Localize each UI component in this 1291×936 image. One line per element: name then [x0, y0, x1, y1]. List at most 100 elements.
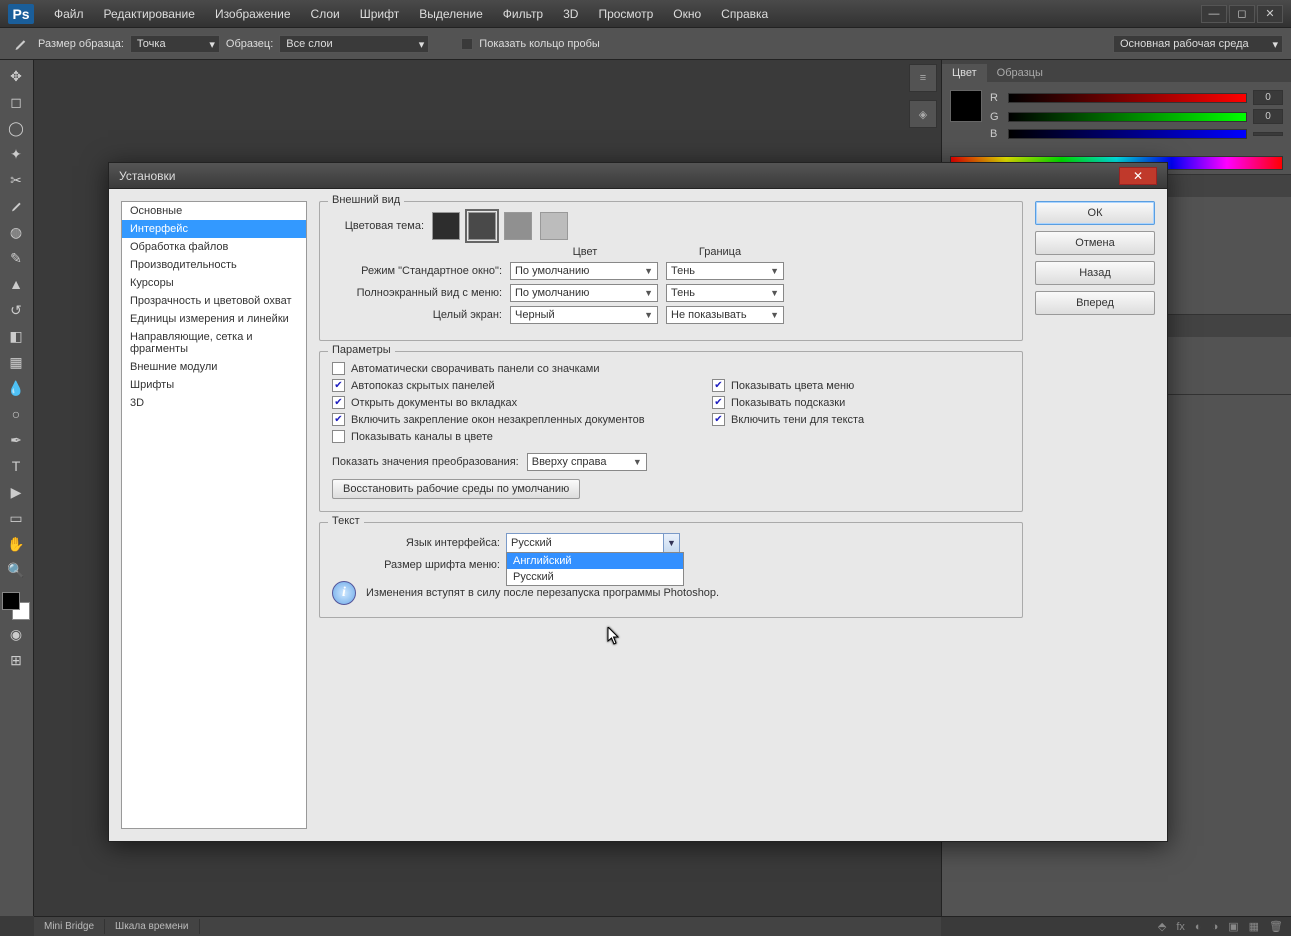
- brush-tool-icon[interactable]: ✎: [2, 246, 30, 270]
- eyedropper-tool-icon[interactable]: [8, 32, 32, 56]
- zoom-tool-icon[interactable]: 🔍: [2, 558, 30, 582]
- type-tool-icon[interactable]: T: [2, 454, 30, 478]
- eyedropper-tool-icon[interactable]: [2, 194, 30, 218]
- marquee-tool-icon[interactable]: ◻: [2, 90, 30, 114]
- eraser-tool-icon[interactable]: ◧: [2, 324, 30, 348]
- menu-filter[interactable]: Фильтр: [493, 7, 553, 21]
- menu-help[interactable]: Справка: [711, 7, 778, 21]
- collapsed-panel-icon-2[interactable]: ◈: [909, 100, 937, 128]
- menu-image[interactable]: Изображение: [205, 7, 301, 21]
- fullscreen-border-select[interactable]: Не показывать▼: [666, 306, 784, 324]
- gradient-tool-icon[interactable]: ▦: [2, 350, 30, 374]
- theme-swatch-4[interactable]: [540, 212, 568, 240]
- screen-mode-icon[interactable]: ⊞: [2, 648, 30, 672]
- enable-docking-checkbox[interactable]: [332, 413, 345, 426]
- ok-button[interactable]: ОК: [1035, 201, 1155, 225]
- auto-show-checkbox[interactable]: [332, 379, 345, 392]
- magic-wand-tool-icon[interactable]: ✦: [2, 142, 30, 166]
- blur-tool-icon[interactable]: 💧: [2, 376, 30, 400]
- menu-edit[interactable]: Редактирование: [94, 7, 205, 21]
- restore-workspaces-button[interactable]: Восстановить рабочие среды по умолчанию: [332, 479, 580, 499]
- layer-mask-icon[interactable]: ◐: [1195, 921, 1202, 933]
- cat-performance[interactable]: Производительность: [122, 256, 306, 274]
- new-layer-icon[interactable]: ▦: [1249, 920, 1259, 933]
- quick-mask-icon[interactable]: ◉: [2, 622, 30, 646]
- hand-tool-icon[interactable]: ✋: [2, 532, 30, 556]
- fullscreen-color-select[interactable]: Черный▼: [510, 306, 658, 324]
- dialog-close-button[interactable]: ✕: [1119, 167, 1157, 185]
- collapsed-panel-icon-1[interactable]: ≡: [909, 64, 937, 92]
- show-tooltips-checkbox[interactable]: [712, 396, 725, 409]
- theme-swatch-2[interactable]: [468, 212, 496, 240]
- cat-units[interactable]: Единицы измерения и линейки: [122, 310, 306, 328]
- b-value[interactable]: [1253, 132, 1283, 136]
- transform-values-select[interactable]: Вверху справа▼: [527, 453, 647, 471]
- text-shadow-checkbox[interactable]: [712, 413, 725, 426]
- cat-transparency[interactable]: Прозрачность и цветовой охват: [122, 292, 306, 310]
- sample-layers-select[interactable]: Все слои: [279, 35, 429, 53]
- menu-select[interactable]: Выделение: [409, 7, 493, 21]
- foreground-color-swatch[interactable]: [2, 592, 20, 610]
- cancel-button[interactable]: Отмена: [1035, 231, 1155, 255]
- prev-button[interactable]: Назад: [1035, 261, 1155, 285]
- fullscreen-menu-color-select[interactable]: По умолчанию▼: [510, 284, 658, 302]
- theme-swatch-3[interactable]: [504, 212, 532, 240]
- dialog-titlebar[interactable]: Установки ✕: [109, 163, 1167, 189]
- dodge-tool-icon[interactable]: ○: [2, 402, 30, 426]
- menu-file[interactable]: Файл: [44, 7, 94, 21]
- path-select-tool-icon[interactable]: ▶: [2, 480, 30, 504]
- show-sampling-ring-checkbox[interactable]: [461, 38, 473, 50]
- mini-bridge-tab[interactable]: Mini Bridge: [34, 919, 105, 934]
- pen-tool-icon[interactable]: ✒: [2, 428, 30, 452]
- layer-fx-icon[interactable]: fx: [1176, 921, 1185, 933]
- healing-tool-icon[interactable]: ◍: [2, 220, 30, 244]
- show-menu-colors-checkbox[interactable]: [712, 379, 725, 392]
- stamp-tool-icon[interactable]: ▲: [2, 272, 30, 296]
- menu-view[interactable]: Просмотр: [588, 7, 663, 21]
- menu-layer[interactable]: Слои: [301, 7, 350, 21]
- r-slider[interactable]: [1008, 93, 1247, 103]
- history-brush-tool-icon[interactable]: ↺: [2, 298, 30, 322]
- maximize-button[interactable]: ◻: [1229, 5, 1255, 23]
- sample-size-select[interactable]: Точка: [130, 35, 220, 53]
- ui-language-select[interactable]: Русский▼ Английский Русский: [506, 533, 680, 553]
- lang-option-russian[interactable]: Русский: [507, 569, 683, 585]
- link-layers-icon[interactable]: ⬘: [1158, 920, 1166, 933]
- menu-3d[interactable]: 3D: [553, 7, 588, 21]
- next-button[interactable]: Вперед: [1035, 291, 1155, 315]
- workspace-select[interactable]: Основная рабочая среда: [1113, 35, 1283, 53]
- lang-option-english[interactable]: Английский: [507, 553, 683, 569]
- auto-collapse-checkbox[interactable]: [332, 362, 345, 375]
- g-slider[interactable]: [1008, 112, 1247, 122]
- open-tabs-checkbox[interactable]: [332, 396, 345, 409]
- layer-group-icon[interactable]: ▣: [1228, 920, 1238, 933]
- standard-mode-border-select[interactable]: Тень▼: [666, 262, 784, 280]
- adjustment-layer-icon[interactable]: ◑: [1212, 921, 1219, 933]
- color-swatches[interactable]: [2, 592, 30, 620]
- move-tool-icon[interactable]: ✥: [2, 64, 30, 88]
- r-value[interactable]: 0: [1253, 90, 1283, 105]
- menu-window[interactable]: Окно: [663, 7, 711, 21]
- standard-mode-color-select[interactable]: По умолчанию▼: [510, 262, 658, 280]
- cat-file-handling[interactable]: Обработка файлов: [122, 238, 306, 256]
- cat-general[interactable]: Основные: [122, 202, 306, 220]
- delete-layer-icon[interactable]: 🗑: [1269, 920, 1283, 933]
- g-value[interactable]: 0: [1253, 109, 1283, 124]
- cat-guides[interactable]: Направляющие, сетка и фрагменты: [122, 328, 306, 358]
- color-preview-swatch[interactable]: [950, 90, 982, 122]
- timeline-tab[interactable]: Шкала времени: [105, 919, 199, 934]
- theme-swatch-1[interactable]: [432, 212, 460, 240]
- close-window-button[interactable]: ✕: [1257, 5, 1283, 23]
- lasso-tool-icon[interactable]: ◯: [2, 116, 30, 140]
- shape-tool-icon[interactable]: ▭: [2, 506, 30, 530]
- fullscreen-menu-border-select[interactable]: Тень▼: [666, 284, 784, 302]
- menu-type[interactable]: Шрифт: [350, 7, 409, 21]
- cat-3d[interactable]: 3D: [122, 394, 306, 412]
- crop-tool-icon[interactable]: ✂: [2, 168, 30, 192]
- minimize-button[interactable]: —: [1201, 5, 1227, 23]
- cat-interface[interactable]: Интерфейс: [122, 220, 306, 238]
- chevron-down-icon[interactable]: ▼: [663, 534, 679, 552]
- cat-plugins[interactable]: Внешние модули: [122, 358, 306, 376]
- cat-cursors[interactable]: Курсоры: [122, 274, 306, 292]
- cat-type[interactable]: Шрифты: [122, 376, 306, 394]
